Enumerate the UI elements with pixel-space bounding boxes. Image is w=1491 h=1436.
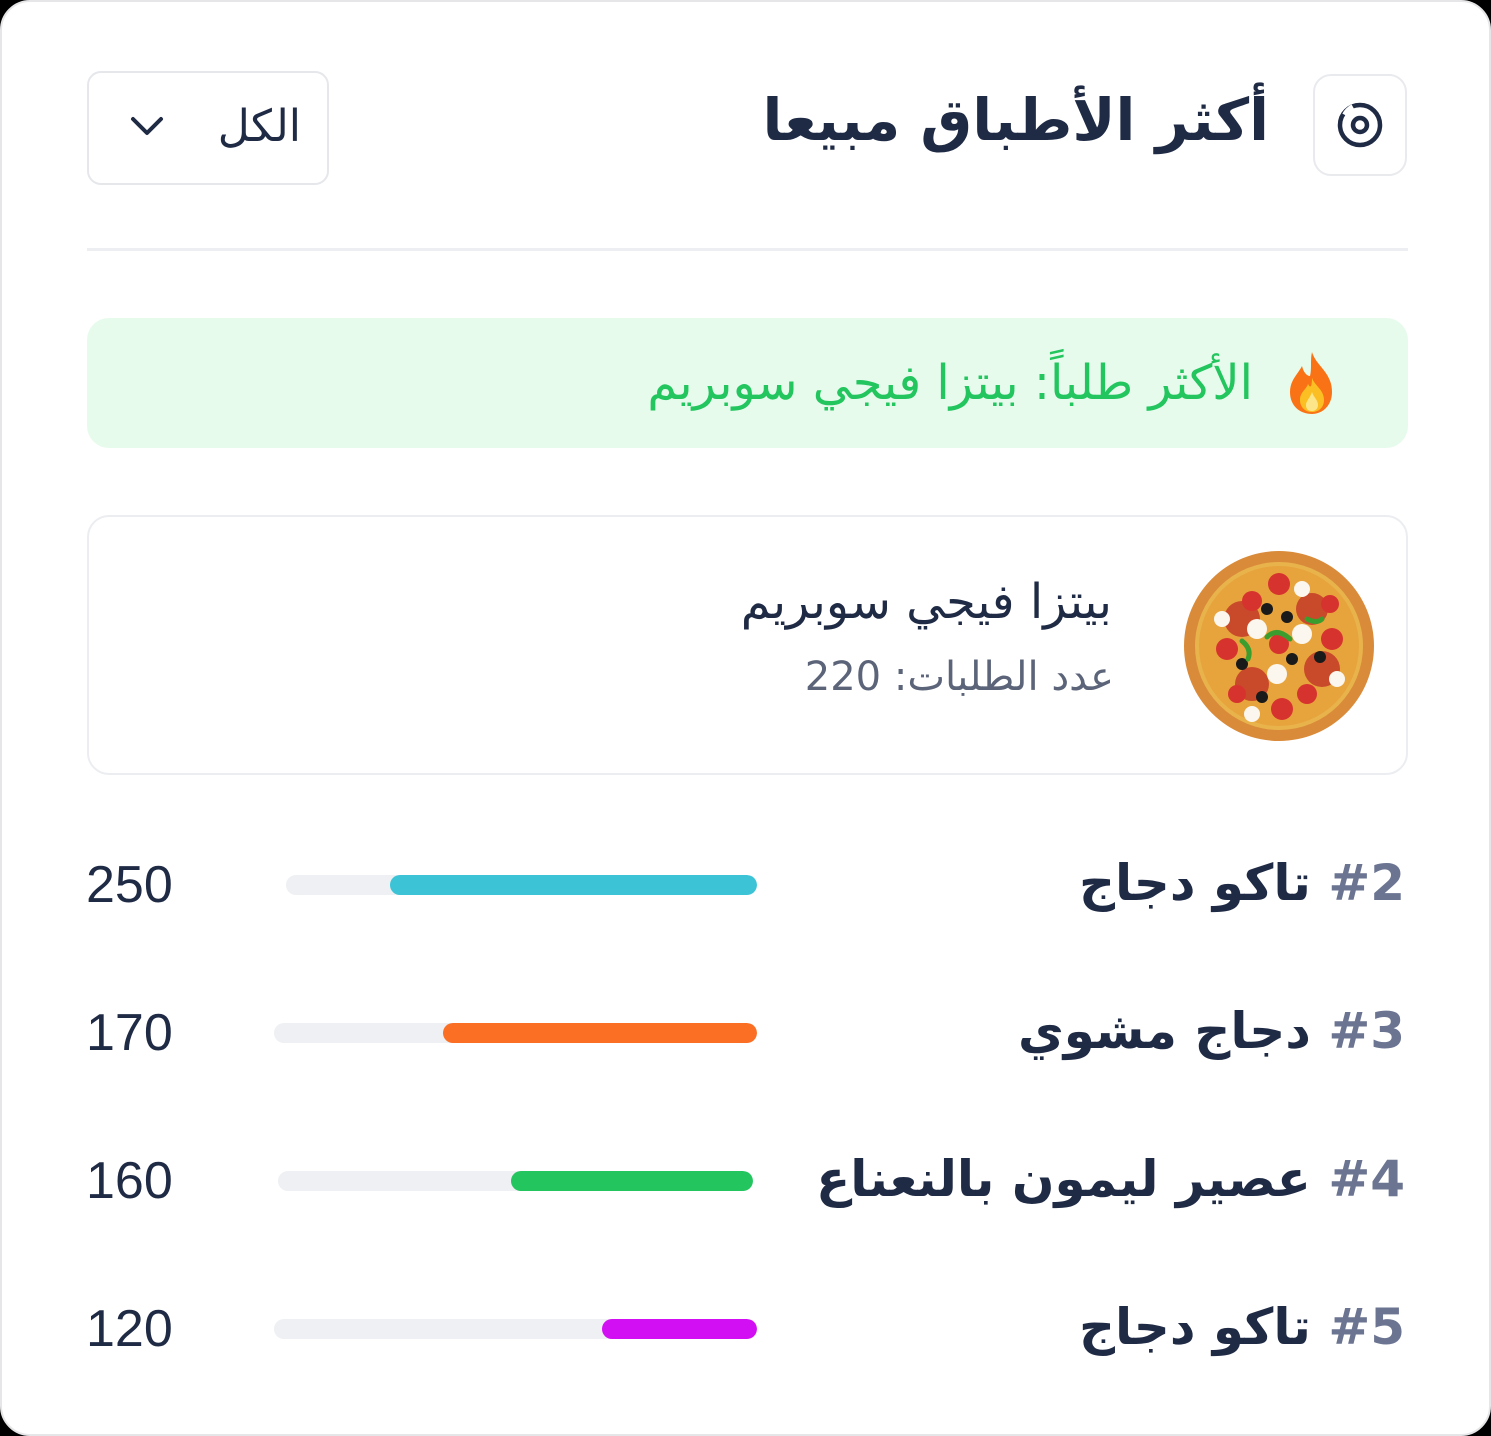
ranking-number: #2 [1328, 854, 1405, 912]
top-dish-orders: عدد الطلبات: 220 [804, 654, 1114, 700]
fire-icon [1290, 352, 1332, 414]
ranking-bar-track [274, 1023, 757, 1043]
period-filter-select[interactable]: الكل [87, 71, 329, 185]
ranking-dish-name: تاكو دجاج [1079, 1298, 1311, 1356]
ranking-dish-name: تاكو دجاج [1079, 854, 1311, 912]
ranking-row[interactable]: #3 دجاج مشوي 170 [2, 986, 1491, 1076]
ranking-bar-track [278, 1171, 753, 1191]
ranking-label: #4 عصير ليمون بالنعناع [816, 1144, 1405, 1214]
ranking-value: 170 [86, 1004, 173, 1062]
settings-donut-icon [1337, 102, 1383, 148]
ranking-bar-fill [443, 1023, 757, 1043]
ranking-row[interactable]: #5 تاكو دجاج 120 [2, 1282, 1491, 1372]
most-ordered-banner: الأكثر طلباً: بيتزا فيجي سوبريم [87, 318, 1408, 448]
filter-selected-label: الكل [217, 101, 301, 152]
ranking-number: #5 [1328, 1298, 1405, 1356]
card-title: أكثر الأطباق مبيعا [762, 86, 1269, 154]
best-selling-dishes-card: أكثر الأطباق مبيعا الكل الأكثر طلباً: بي… [0, 0, 1491, 1436]
ranking-dish-name: عصير ليمون بالنعناع [816, 1150, 1311, 1208]
ranking-bar-fill [602, 1319, 757, 1339]
ranking-bar-fill [389, 875, 757, 895]
top-dish-name: بيتزا فيجي سوبريم [740, 574, 1112, 630]
ranking-value: 120 [86, 1300, 173, 1358]
chevron-down-icon [131, 117, 163, 135]
ranking-label: #3 دجاج مشوي [1018, 996, 1405, 1066]
ranking-bar-fill [510, 1171, 753, 1191]
ranking-number: #3 [1328, 1002, 1405, 1060]
ranking-row[interactable]: #4 عصير ليمون بالنعناع 160 [2, 1134, 1491, 1224]
ranking-row[interactable]: #2 تاكو دجاج 250 [2, 838, 1491, 928]
ranking-value: 250 [86, 856, 173, 914]
pizza-image [1184, 551, 1374, 741]
most-ordered-text: الأكثر طلباً: بيتزا فيجي سوبريم [647, 355, 1253, 411]
ranking-label: #2 تاكو دجاج [1079, 848, 1405, 918]
ranking-value: 160 [86, 1152, 173, 1210]
ranking-number: #4 [1328, 1150, 1405, 1208]
ranking-bar-track [274, 1319, 757, 1339]
ranking-bar-track [286, 875, 757, 895]
settings-button[interactable] [1313, 74, 1407, 176]
top-dish-card[interactable]: بيتزا فيجي سوبريم عدد الطلبات: 220 [87, 515, 1408, 775]
ranking-label: #5 تاكو دجاج [1079, 1292, 1405, 1362]
ranking-dish-name: دجاج مشوي [1017, 1002, 1311, 1060]
header-divider [87, 248, 1408, 251]
